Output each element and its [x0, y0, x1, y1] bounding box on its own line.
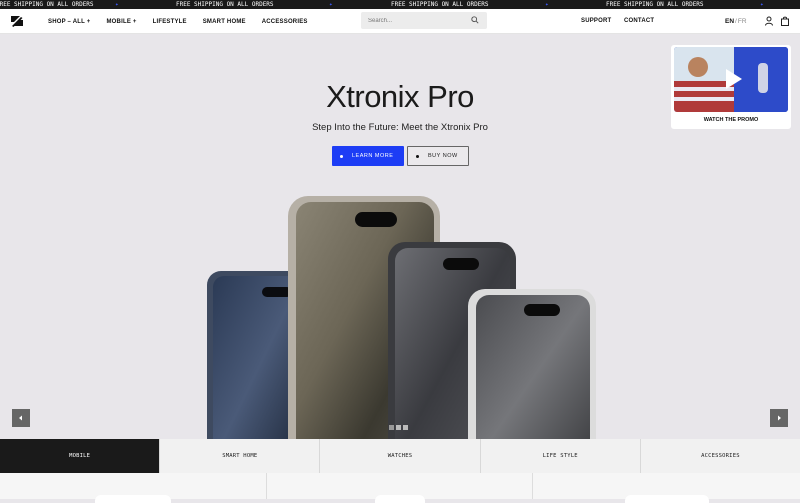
promo-video-card[interactable]: WATCH THE PROMO [671, 45, 791, 129]
promo-video-image [674, 47, 788, 112]
carousel-prev-button[interactable] [12, 409, 30, 427]
search-icon[interactable] [471, 16, 479, 24]
main-menu: SHOP – ALL + MOBILE + LIFESTYLE SMART HO… [48, 9, 308, 34]
nav-smart-home[interactable]: SMART HOME [203, 19, 246, 25]
divider [266, 473, 267, 499]
product-card[interactable] [95, 495, 171, 503]
nav-shop-all[interactable]: SHOP – ALL + [48, 19, 90, 25]
tab-life-style[interactable]: LIFE STYLE [480, 439, 641, 473]
ticker-text: FREE SHIPPING ON ALL ORDERS [176, 1, 274, 8]
announcement-ticker: FREE SHIPPING ON ALL ORDERS ✦ FREE SHIPP… [0, 0, 800, 9]
search-bar [361, 12, 487, 29]
ticker-text: FREE SHIPPING ON ALL ORDERS [391, 1, 489, 8]
ticker-separator: ✦ [329, 1, 333, 8]
tab-accessories[interactable]: ACCESSORIES [640, 439, 800, 473]
product-strip [0, 473, 800, 503]
ticker-text: FREE SHIPPING ON ALL ORDERS [0, 1, 94, 8]
nav-mobile[interactable]: MOBILE + [106, 19, 136, 25]
account-icon[interactable] [764, 16, 774, 26]
ticker-separator: ✦ [545, 1, 549, 8]
tab-smart-home[interactable]: SMART HOME [160, 439, 321, 473]
category-tabs: MOBILE SMART HOME WATCHES LIFE STYLE ACC… [0, 439, 800, 473]
ticker-text: FREE SHIPPING ON ALL ORDERS [606, 1, 704, 8]
ticker-separator: ✦ [760, 1, 764, 8]
bag-icon[interactable] [780, 16, 790, 26]
carousel-dot[interactable] [396, 425, 401, 430]
carousel-next-button[interactable] [770, 409, 788, 427]
chevron-right-icon [778, 415, 781, 421]
ticker-separator: ✦ [115, 1, 119, 8]
divider [532, 473, 533, 499]
tab-mobile[interactable]: MOBILE [0, 439, 161, 473]
carousel-dot[interactable] [403, 425, 408, 430]
logo-icon[interactable] [10, 15, 24, 27]
product-card[interactable] [375, 495, 425, 503]
nav-accessories[interactable]: ACCESSORIES [262, 19, 308, 25]
nav-contact[interactable]: CONTACT [624, 18, 654, 24]
language-switcher: EN / FR [725, 9, 747, 34]
tab-watches[interactable]: WATCHES [320, 439, 481, 473]
carousel-dot[interactable] [389, 425, 394, 430]
promo-caption[interactable]: WATCH THE PROMO [671, 117, 791, 123]
hero-carousel: Xtronix Pro Step Into the Future: Meet t… [0, 34, 800, 439]
lang-separator: / [735, 18, 737, 25]
product-card[interactable] [625, 495, 709, 503]
lang-en[interactable]: EN [725, 18, 734, 25]
lang-fr[interactable]: FR [738, 18, 747, 25]
chevron-left-icon [19, 415, 22, 421]
promo-thumbnail[interactable] [674, 47, 788, 112]
search-input[interactable] [368, 17, 468, 24]
nav-support[interactable]: SUPPORT [581, 18, 611, 24]
top-navigation: SHOP – ALL + MOBILE + LIFESTYLE SMART HO… [0, 9, 800, 34]
carousel-indicators [389, 425, 408, 430]
nav-lifestyle[interactable]: LIFESTYLE [153, 19, 187, 25]
